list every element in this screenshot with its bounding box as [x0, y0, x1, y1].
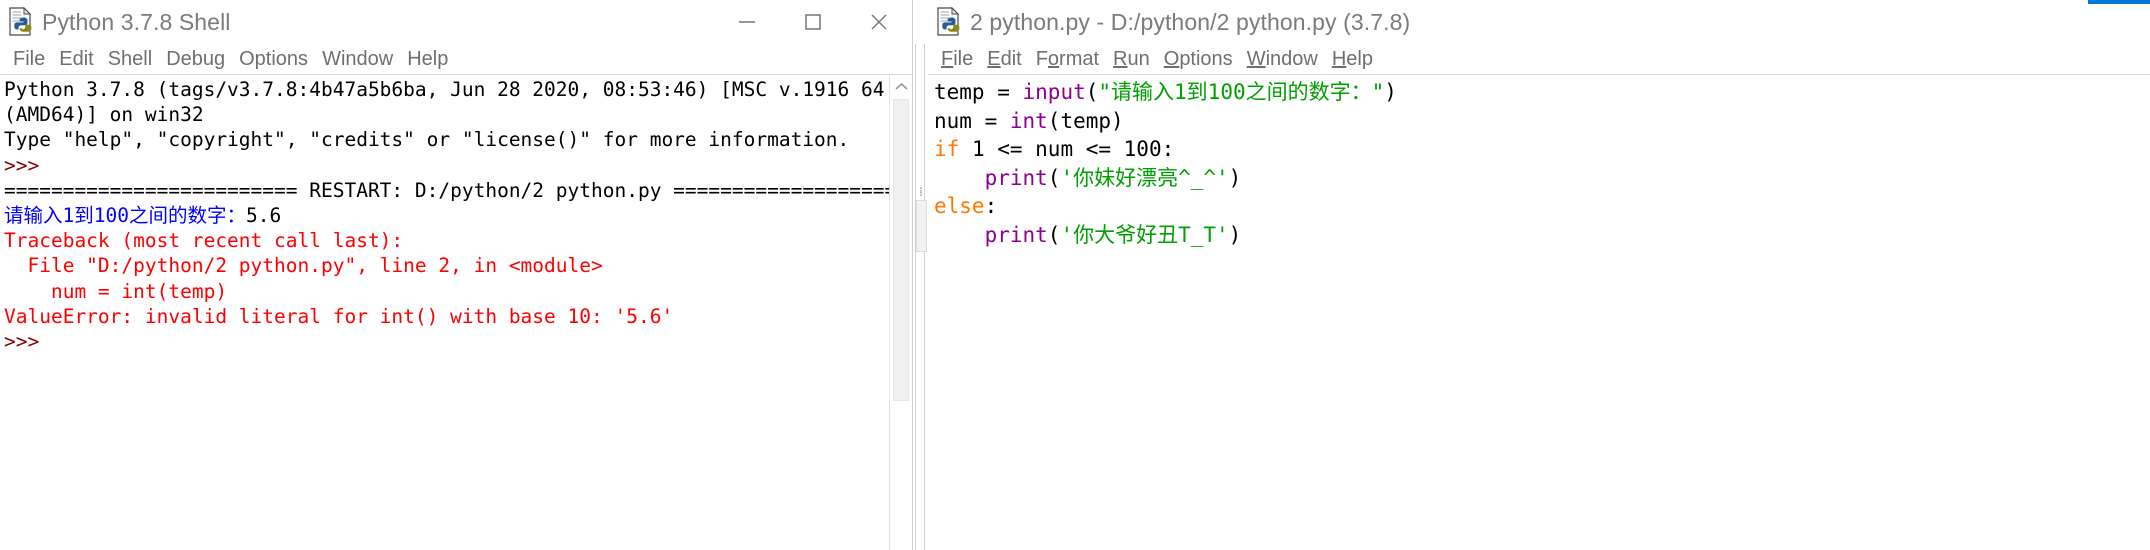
shell-text-segment: num = int(temp) — [4, 279, 228, 303]
code-token: print — [984, 165, 1048, 190]
code-token: input — [1022, 80, 1086, 104]
code-token: num = — [934, 108, 1010, 133]
menu-item-edit[interactable]: Edit — [980, 46, 1028, 72]
code-line: print('你妹好漂亮^_^') — [934, 164, 2146, 193]
python-editor-window: 2 python.py - D:/python/2 python.py (3.7… — [928, 0, 2150, 550]
shell-line: ValueError: invalid literal for int() wi… — [4, 304, 890, 329]
menu-item-run[interactable]: Run — [1106, 46, 1157, 72]
close-icon[interactable] — [846, 0, 912, 44]
menu-item-help[interactable]: Help — [1325, 46, 1380, 72]
shell-line: >>> — [4, 153, 890, 178]
menu-item-file[interactable]: File — [934, 46, 980, 72]
code-line: num = int(temp) — [934, 107, 2146, 136]
shell-text-segment: 5.6 — [245, 204, 282, 228]
chevron-up-icon[interactable] — [890, 75, 912, 97]
shell-vertical-scrollbar[interactable] — [889, 75, 912, 550]
code-token: int — [1009, 108, 1048, 133]
editor-source-code: temp = input("请输入1到100之间的数字：") num = int(… — [934, 78, 2146, 249]
code-line: if 1 <= num <= 100: — [934, 135, 2146, 164]
shell-text-segment: 请输入1到100之间的数字： — [4, 204, 246, 228]
shell-output-area[interactable]: Python 3.7.8 (tags/v3.7.8:4b47a5b6ba, Ju… — [0, 74, 912, 550]
python-file-icon — [8, 6, 34, 37]
menu-item-window[interactable]: Window — [315, 46, 400, 72]
menu-item-options[interactable]: Options — [1157, 46, 1240, 72]
window-splitter[interactable]: ⁞ — [913, 0, 928, 550]
shell-window-controls — [714, 0, 912, 44]
code-line: print('你大爷好丑T_T') — [934, 221, 2146, 250]
shell-line: Type "help", "copyright", "credits" or "… — [4, 127, 890, 152]
code-token: : — [984, 194, 998, 218]
shell-text-segment: Type "help", "copyright", "credits" or "… — [4, 128, 850, 152]
shell-output-text: Python 3.7.8 (tags/v3.7.8:4b47a5b6ba, Ju… — [4, 77, 912, 354]
shell-text-segment: File "D:/python/2 python.py", line 2, in… — [4, 254, 603, 278]
shell-line: ========================= RESTART: D:/py… — [4, 178, 912, 203]
shell-text-segment: >>> — [4, 153, 51, 177]
python-shell-window: Python 3.7.8 Shell File Edit Shell Debug Opt… — [0, 0, 913, 550]
splitter-line-left — [915, 44, 916, 550]
splitter-line-right — [924, 44, 925, 550]
shell-line: 请输入1到100之间的数字：5.6 — [4, 203, 890, 228]
menu-item-help[interactable]: Help — [400, 46, 455, 72]
code-token: else — [934, 194, 985, 218]
editor-code-area[interactable]: temp = input("请输入1到100之间的数字：") num = int(… — [928, 74, 2150, 550]
code-token: temp = — [934, 80, 1023, 104]
maximize-icon[interactable] — [780, 0, 846, 44]
code-line: else: — [934, 192, 2146, 221]
code-token: ) — [1228, 222, 1242, 247]
menu-item-debug[interactable]: Debug — [159, 46, 232, 72]
shell-title-text: Python 3.7.8 Shell — [42, 8, 231, 35]
code-token: if — [934, 137, 960, 161]
code-token: "请输入1到100之间的数字：" — [1098, 80, 1385, 104]
shell-text-segment: ========================= RESTART: D:/py… — [4, 178, 912, 202]
shell-text-segment: ValueError: invalid literal for int() wi… — [4, 304, 674, 328]
code-token: (temp) — [1047, 108, 1124, 133]
shell-line: Traceback (most recent call last): — [4, 228, 890, 253]
editor-title-text: 2 python.py - D:/python/2 python.py (3.7… — [970, 8, 1411, 35]
shell-menubar: File Edit Shell Debug Options Window Help — [0, 44, 912, 74]
code-token: ( — [1047, 165, 1061, 190]
menu-item-edit[interactable]: Edit — [52, 46, 100, 72]
code-token: ) — [1384, 80, 1397, 104]
shell-text-segment: >>> — [4, 330, 51, 354]
menu-item-format[interactable]: Format — [1029, 46, 1106, 72]
shell-line: File "D:/python/2 python.py", line 2, in… — [4, 253, 890, 278]
shell-line: >>> — [4, 329, 890, 354]
code-token: '你妹好漂亮^_^' — [1060, 165, 1229, 190]
code-token: '你大爷好丑T_T' — [1060, 222, 1229, 247]
menu-item-shell[interactable]: Shell — [101, 46, 159, 72]
minimize-icon[interactable] — [714, 0, 780, 44]
scrollbar-thumb[interactable] — [893, 99, 909, 401]
shell-titlebar[interactable]: Python 3.7.8 Shell — [0, 0, 912, 44]
code-line: temp = input("请输入1到100之间的数字：") — [934, 78, 2146, 107]
shell-line: Python 3.7.8 (tags/v3.7.8:4b47a5b6ba, Ju… — [4, 77, 912, 102]
shell-text-segment: Traceback (most recent call last): — [4, 229, 404, 253]
code-token: ) — [1228, 165, 1242, 190]
code-token: print — [984, 222, 1048, 247]
menu-item-options[interactable]: Options — [232, 46, 315, 72]
menu-item-window[interactable]: Window — [1240, 46, 1325, 72]
app-screen: Python 3.7.8 Shell File Edit Shell Debug Opt… — [0, 0, 2150, 550]
splitter-grip[interactable] — [916, 200, 927, 252]
code-token: 1 <= num <= 100: — [959, 137, 1175, 161]
shell-line: (AMD64)] on win32 — [4, 102, 890, 127]
menu-item-file[interactable]: File — [6, 46, 52, 72]
editor-menubar: File Edit Format Run Options Window Help — [928, 44, 2150, 74]
editor-titlebar[interactable]: 2 python.py - D:/python/2 python.py (3.7… — [928, 0, 2150, 44]
code-token: ( — [1085, 80, 1099, 104]
splitter-grip-label: ⁞ — [919, 185, 923, 199]
python-file-icon — [936, 6, 962, 37]
focus-accent-strip — [2088, 0, 2150, 4]
shell-text-segment: Python 3.7.8 (tags/v3.7.8:4b47a5b6ba, Ju… — [4, 78, 912, 101]
code-token: ( — [1047, 222, 1061, 247]
shell-text-segment: (AMD64)] on win32 — [4, 103, 204, 127]
shell-line: num = int(temp) — [4, 279, 890, 304]
